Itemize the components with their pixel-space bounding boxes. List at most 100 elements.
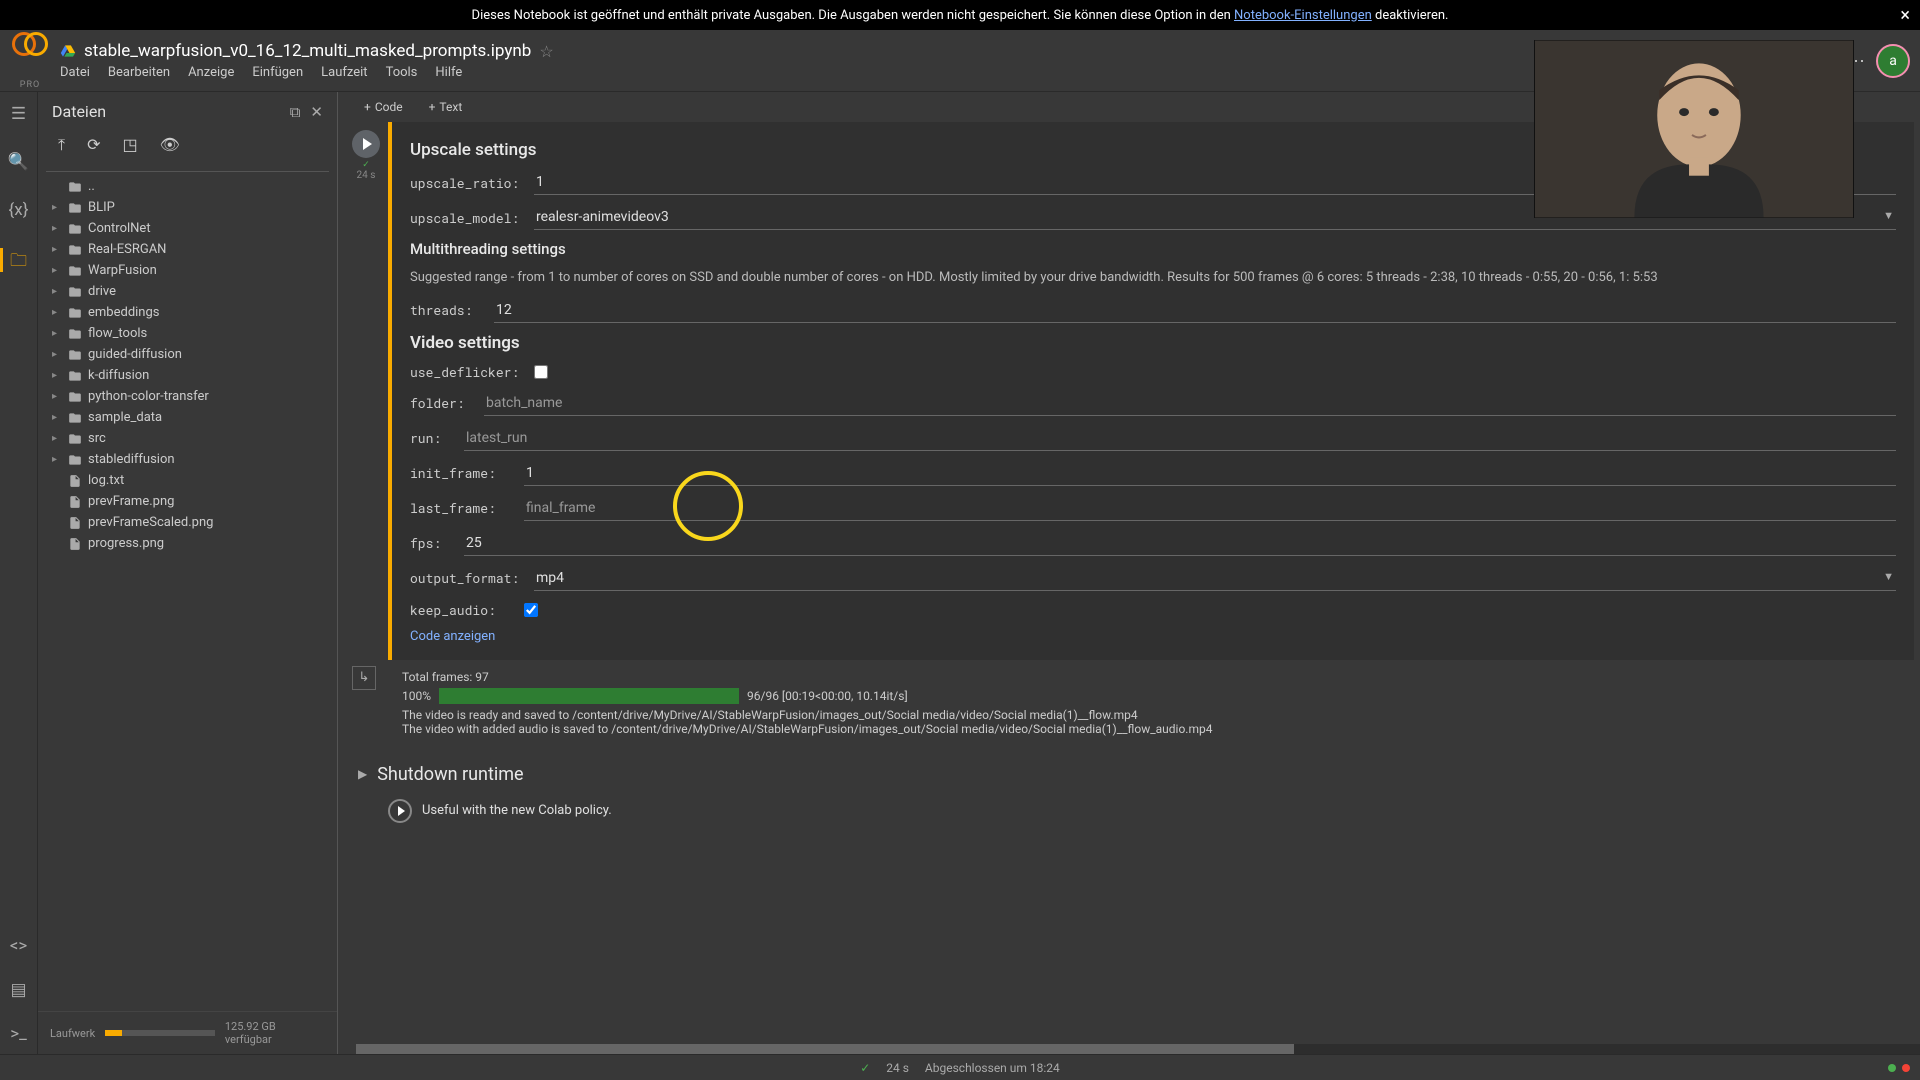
folder-input[interactable] bbox=[484, 391, 1896, 416]
refresh-icon[interactable]: ⟳ bbox=[87, 135, 100, 155]
output-line: The video is ready and saved to /content… bbox=[402, 708, 1900, 722]
menu-insert[interactable]: Einfügen bbox=[252, 65, 303, 80]
warning-banner: Dieses Notebook ist geöffnet und enthält… bbox=[0, 0, 1920, 30]
tree-folder[interactable]: ▸sample_data bbox=[46, 407, 329, 428]
tree-folder[interactable]: ▸BLIP bbox=[46, 197, 329, 218]
menu-edit[interactable]: Bearbeiten bbox=[108, 65, 170, 80]
file-icon bbox=[68, 495, 82, 509]
tree-folder[interactable]: ▸ drive bbox=[46, 281, 329, 302]
terminal-icon[interactable]: >_ bbox=[10, 1024, 27, 1044]
fps-input[interactable] bbox=[464, 531, 1896, 556]
init-frame-input[interactable] bbox=[524, 461, 1896, 486]
star-icon[interactable]: ☆ bbox=[539, 42, 553, 61]
tree-folder[interactable]: ▸embeddings bbox=[46, 302, 329, 323]
status-dot-red bbox=[1902, 1064, 1910, 1072]
run-cell-button[interactable] bbox=[388, 799, 412, 823]
menu-file[interactable]: Datei bbox=[60, 65, 90, 80]
output-total-frames: Total frames: 97 bbox=[402, 670, 1900, 684]
notebook-settings-link[interactable]: Notebook-Einstellungen bbox=[1234, 8, 1372, 23]
tree-folder[interactable]: ▸src bbox=[46, 428, 329, 449]
pro-label: PRO bbox=[20, 80, 40, 90]
folder-icon bbox=[68, 411, 82, 425]
show-code-link[interactable]: Code anzeigen bbox=[410, 629, 1896, 644]
chevron-right-icon: ▶ bbox=[358, 767, 367, 781]
menu-view[interactable]: Anzeige bbox=[188, 65, 234, 80]
files-icon[interactable]: 🗀 bbox=[10, 248, 27, 277]
tree-folder[interactable]: ▸ guided-diffusion bbox=[46, 344, 329, 365]
status-bar: ✓ 24 s Abgeschlossen um 18:24 bbox=[0, 1054, 1920, 1080]
new-window-icon[interactable]: ⧉ bbox=[290, 103, 301, 121]
tree-folder[interactable]: ▸Real-ESRGAN bbox=[46, 239, 329, 260]
folder-icon bbox=[68, 327, 82, 341]
folder-icon bbox=[68, 285, 82, 299]
use-deflicker-checkbox[interactable] bbox=[534, 365, 548, 379]
tree-folder[interactable]: ▸k-diffusion bbox=[46, 365, 329, 386]
chevron-right-icon: ▸ bbox=[52, 307, 62, 318]
chevron-down-icon: ▼ bbox=[1883, 209, 1894, 225]
menu-help[interactable]: Hilfe bbox=[435, 65, 462, 80]
tree-folder[interactable]: ▸ControlNet bbox=[46, 218, 329, 239]
folder-icon bbox=[68, 222, 82, 236]
run-cell-button[interactable] bbox=[352, 130, 380, 158]
tree-folder[interactable]: ▸flow_tools bbox=[46, 323, 329, 344]
close-sidebar-icon[interactable]: ✕ bbox=[310, 103, 323, 121]
avatar[interactable]: a bbox=[1876, 44, 1910, 78]
chevron-right-icon: ▸ bbox=[52, 244, 62, 255]
chevron-right-icon: ▸ bbox=[52, 349, 62, 360]
threads-input[interactable] bbox=[494, 298, 1896, 323]
progress-bar bbox=[439, 688, 739, 704]
chevron-right-icon: ▸ bbox=[52, 412, 62, 423]
file-icon bbox=[68, 516, 82, 530]
tree-folder[interactable]: ▸WarpFusion bbox=[46, 260, 329, 281]
chevron-right-icon: ▸ bbox=[52, 286, 62, 297]
tree-label: guided-diffusion bbox=[88, 347, 182, 362]
search-icon[interactable]: 🔍 bbox=[8, 152, 29, 172]
mount-drive-icon[interactable]: ◳ bbox=[122, 135, 137, 155]
chevron-right-icon: ▸ bbox=[52, 454, 62, 465]
horizontal-scrollbar[interactable] bbox=[356, 1044, 1920, 1054]
threads-label: threads: bbox=[410, 301, 480, 319]
colab-logo[interactable]: PRO bbox=[10, 41, 50, 81]
tree-file[interactable]: log.txt bbox=[46, 470, 329, 491]
run-input[interactable] bbox=[464, 426, 1896, 451]
tree-label: ControlNet bbox=[88, 221, 151, 236]
shutdown-section[interactable]: ▶ Shutdown runtime bbox=[344, 754, 1920, 795]
folder-label: folder: bbox=[410, 394, 470, 412]
tree-label: progress.png bbox=[88, 536, 164, 551]
code-snippets-icon[interactable]: <> bbox=[10, 936, 28, 956]
init-frame-label: init_frame: bbox=[410, 464, 510, 482]
tree-file[interactable]: progress.png bbox=[46, 533, 329, 554]
upload-icon[interactable]: ⤒ bbox=[58, 135, 65, 155]
output-area: Total frames: 97 100% 96/96 [00:19<00:00… bbox=[388, 660, 1914, 746]
tree-file[interactable]: prevFrame.png bbox=[46, 491, 329, 512]
folder-icon bbox=[68, 180, 82, 194]
insert-code-button[interactable]: +Code bbox=[354, 96, 413, 118]
chevron-down-icon: ▼ bbox=[1883, 570, 1894, 586]
close-icon[interactable]: × bbox=[1900, 5, 1910, 26]
folder-icon bbox=[68, 201, 82, 215]
menu-runtime[interactable]: Laufzeit bbox=[321, 65, 367, 80]
tree-label: python-color-transfer bbox=[88, 389, 209, 404]
insert-text-button[interactable]: +Text bbox=[419, 96, 473, 118]
notebook-title[interactable]: stable_warpfusion_v0_16_12_multi_masked_… bbox=[84, 41, 531, 61]
output-toggle-icon[interactable]: ↳ bbox=[352, 666, 376, 690]
upscale-ratio-label: upscale_ratio: bbox=[410, 174, 520, 192]
menu-icon[interactable]: ☰ bbox=[11, 104, 26, 124]
tree-label: drive bbox=[88, 284, 116, 299]
variables-icon[interactable]: {x} bbox=[9, 200, 29, 220]
toggle-hidden-icon[interactable]: 👁 bbox=[160, 135, 180, 155]
output-format-select[interactable]: mp4▼ bbox=[534, 566, 1896, 591]
tree-folder[interactable]: ▸stablediffusion bbox=[46, 449, 329, 470]
menu-tools[interactable]: Tools bbox=[386, 65, 418, 80]
chevron-right-icon: ▸ bbox=[52, 391, 62, 402]
command-palette-icon[interactable]: ▤ bbox=[10, 980, 26, 1000]
folder-icon bbox=[68, 432, 82, 446]
keep-audio-checkbox[interactable] bbox=[524, 603, 538, 617]
tree-folder[interactable]: ▸ python-color-transfer bbox=[46, 386, 329, 407]
check-icon: ✓ bbox=[860, 1061, 870, 1075]
run-label: run: bbox=[410, 429, 450, 447]
tree-file[interactable]: prevFrameScaled.png bbox=[46, 512, 329, 533]
multithread-heading: Multithreading settings bbox=[410, 240, 1896, 258]
last-frame-input[interactable] bbox=[524, 496, 1896, 521]
tree-parent[interactable]: .. bbox=[46, 176, 329, 197]
